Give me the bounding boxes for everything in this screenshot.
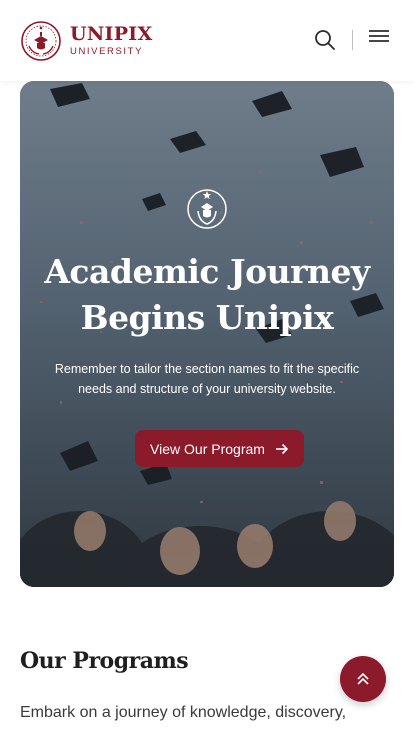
hero-description: Remember to tailor the section names to … [54, 362, 360, 396]
arrow-right-icon [275, 443, 289, 454]
scroll-to-top-button[interactable] [340, 656, 386, 702]
hero-title-line1: Academic Journey [44, 252, 370, 291]
site-header: UNIPIX UNIVERSITY [0, 0, 414, 81]
programs-description: Embark on a journey of knowledge, discov… [20, 704, 347, 721]
brand-logo[interactable]: UNIPIX UNIVERSITY [20, 20, 153, 62]
hero-title: Academic Journey Begins Unipix [20, 249, 394, 341]
brand-name: UNIPIX [70, 23, 153, 46]
hero-title-line2: Begins Unipix [80, 298, 334, 337]
double-chevron-up-icon [357, 672, 369, 685]
view-program-button[interactable]: View Our Program [135, 430, 304, 467]
programs-title: Our Programs [20, 648, 189, 674]
brand-subtitle: UNIVERSITY [70, 46, 144, 58]
header-divider [352, 30, 353, 50]
search-icon[interactable] [313, 28, 337, 52]
hero-banner: Academic Journey Begins Unipix Remember … [20, 81, 394, 587]
university-seal-icon [21, 21, 61, 61]
university-emblem-icon [187, 189, 227, 229]
hamburger-menu-icon[interactable] [367, 27, 391, 49]
view-program-label: View Our Program [150, 440, 265, 457]
